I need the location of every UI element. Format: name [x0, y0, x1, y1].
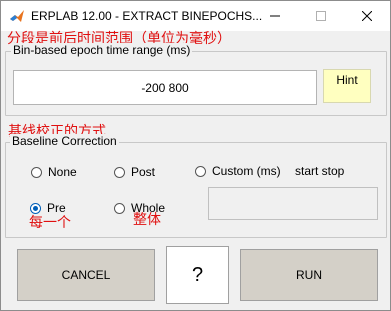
radio-indicator	[195, 165, 206, 177]
close-icon	[362, 11, 372, 21]
custom-range-hint: start stop	[295, 164, 345, 178]
hint-button[interactable]: Hint	[323, 69, 371, 103]
baseline-panel-title: Baseline Correction	[10, 134, 119, 148]
baseline-option-post[interactable]: Post	[114, 165, 155, 179]
radio-indicator	[31, 166, 42, 178]
radio-indicator	[114, 202, 125, 214]
cancel-button[interactable]: CANCEL	[17, 249, 155, 301]
title-bar: ERPLAB 12.00 - EXTRACT BINEPOCHS...	[1, 1, 390, 31]
help-button[interactable]: ?	[166, 246, 229, 304]
minimize-icon	[270, 15, 280, 17]
dialog-window: ERPLAB 12.00 - EXTRACT BINEPOCHS... 分段是前…	[0, 0, 391, 311]
annotation-whole: 整体	[133, 212, 161, 228]
baseline-option-none[interactable]: None	[31, 165, 77, 179]
radio-indicator	[114, 166, 125, 178]
annotation-pre: 每一个	[29, 215, 71, 231]
minimize-button[interactable]	[252, 1, 298, 31]
custom-baseline-input[interactable]	[208, 187, 378, 220]
epoch-range-input[interactable]: -200 800	[13, 70, 317, 105]
epoch-range-panel-title: Bin-based epoch time range (ms)	[11, 43, 193, 57]
maximize-icon	[316, 11, 326, 21]
option-label: Post	[131, 165, 156, 179]
maximize-button[interactable]	[298, 1, 344, 31]
option-label: Custom (ms)	[212, 164, 281, 178]
matlab-app-icon	[10, 10, 24, 22]
window-title: ERPLAB 12.00 - EXTRACT BINEPOCHS...	[31, 9, 263, 23]
option-label: None	[48, 165, 77, 179]
baseline-option-custom[interactable]: Custom (ms)	[195, 164, 281, 178]
close-button[interactable]	[344, 1, 390, 31]
run-button[interactable]: RUN	[240, 249, 378, 301]
